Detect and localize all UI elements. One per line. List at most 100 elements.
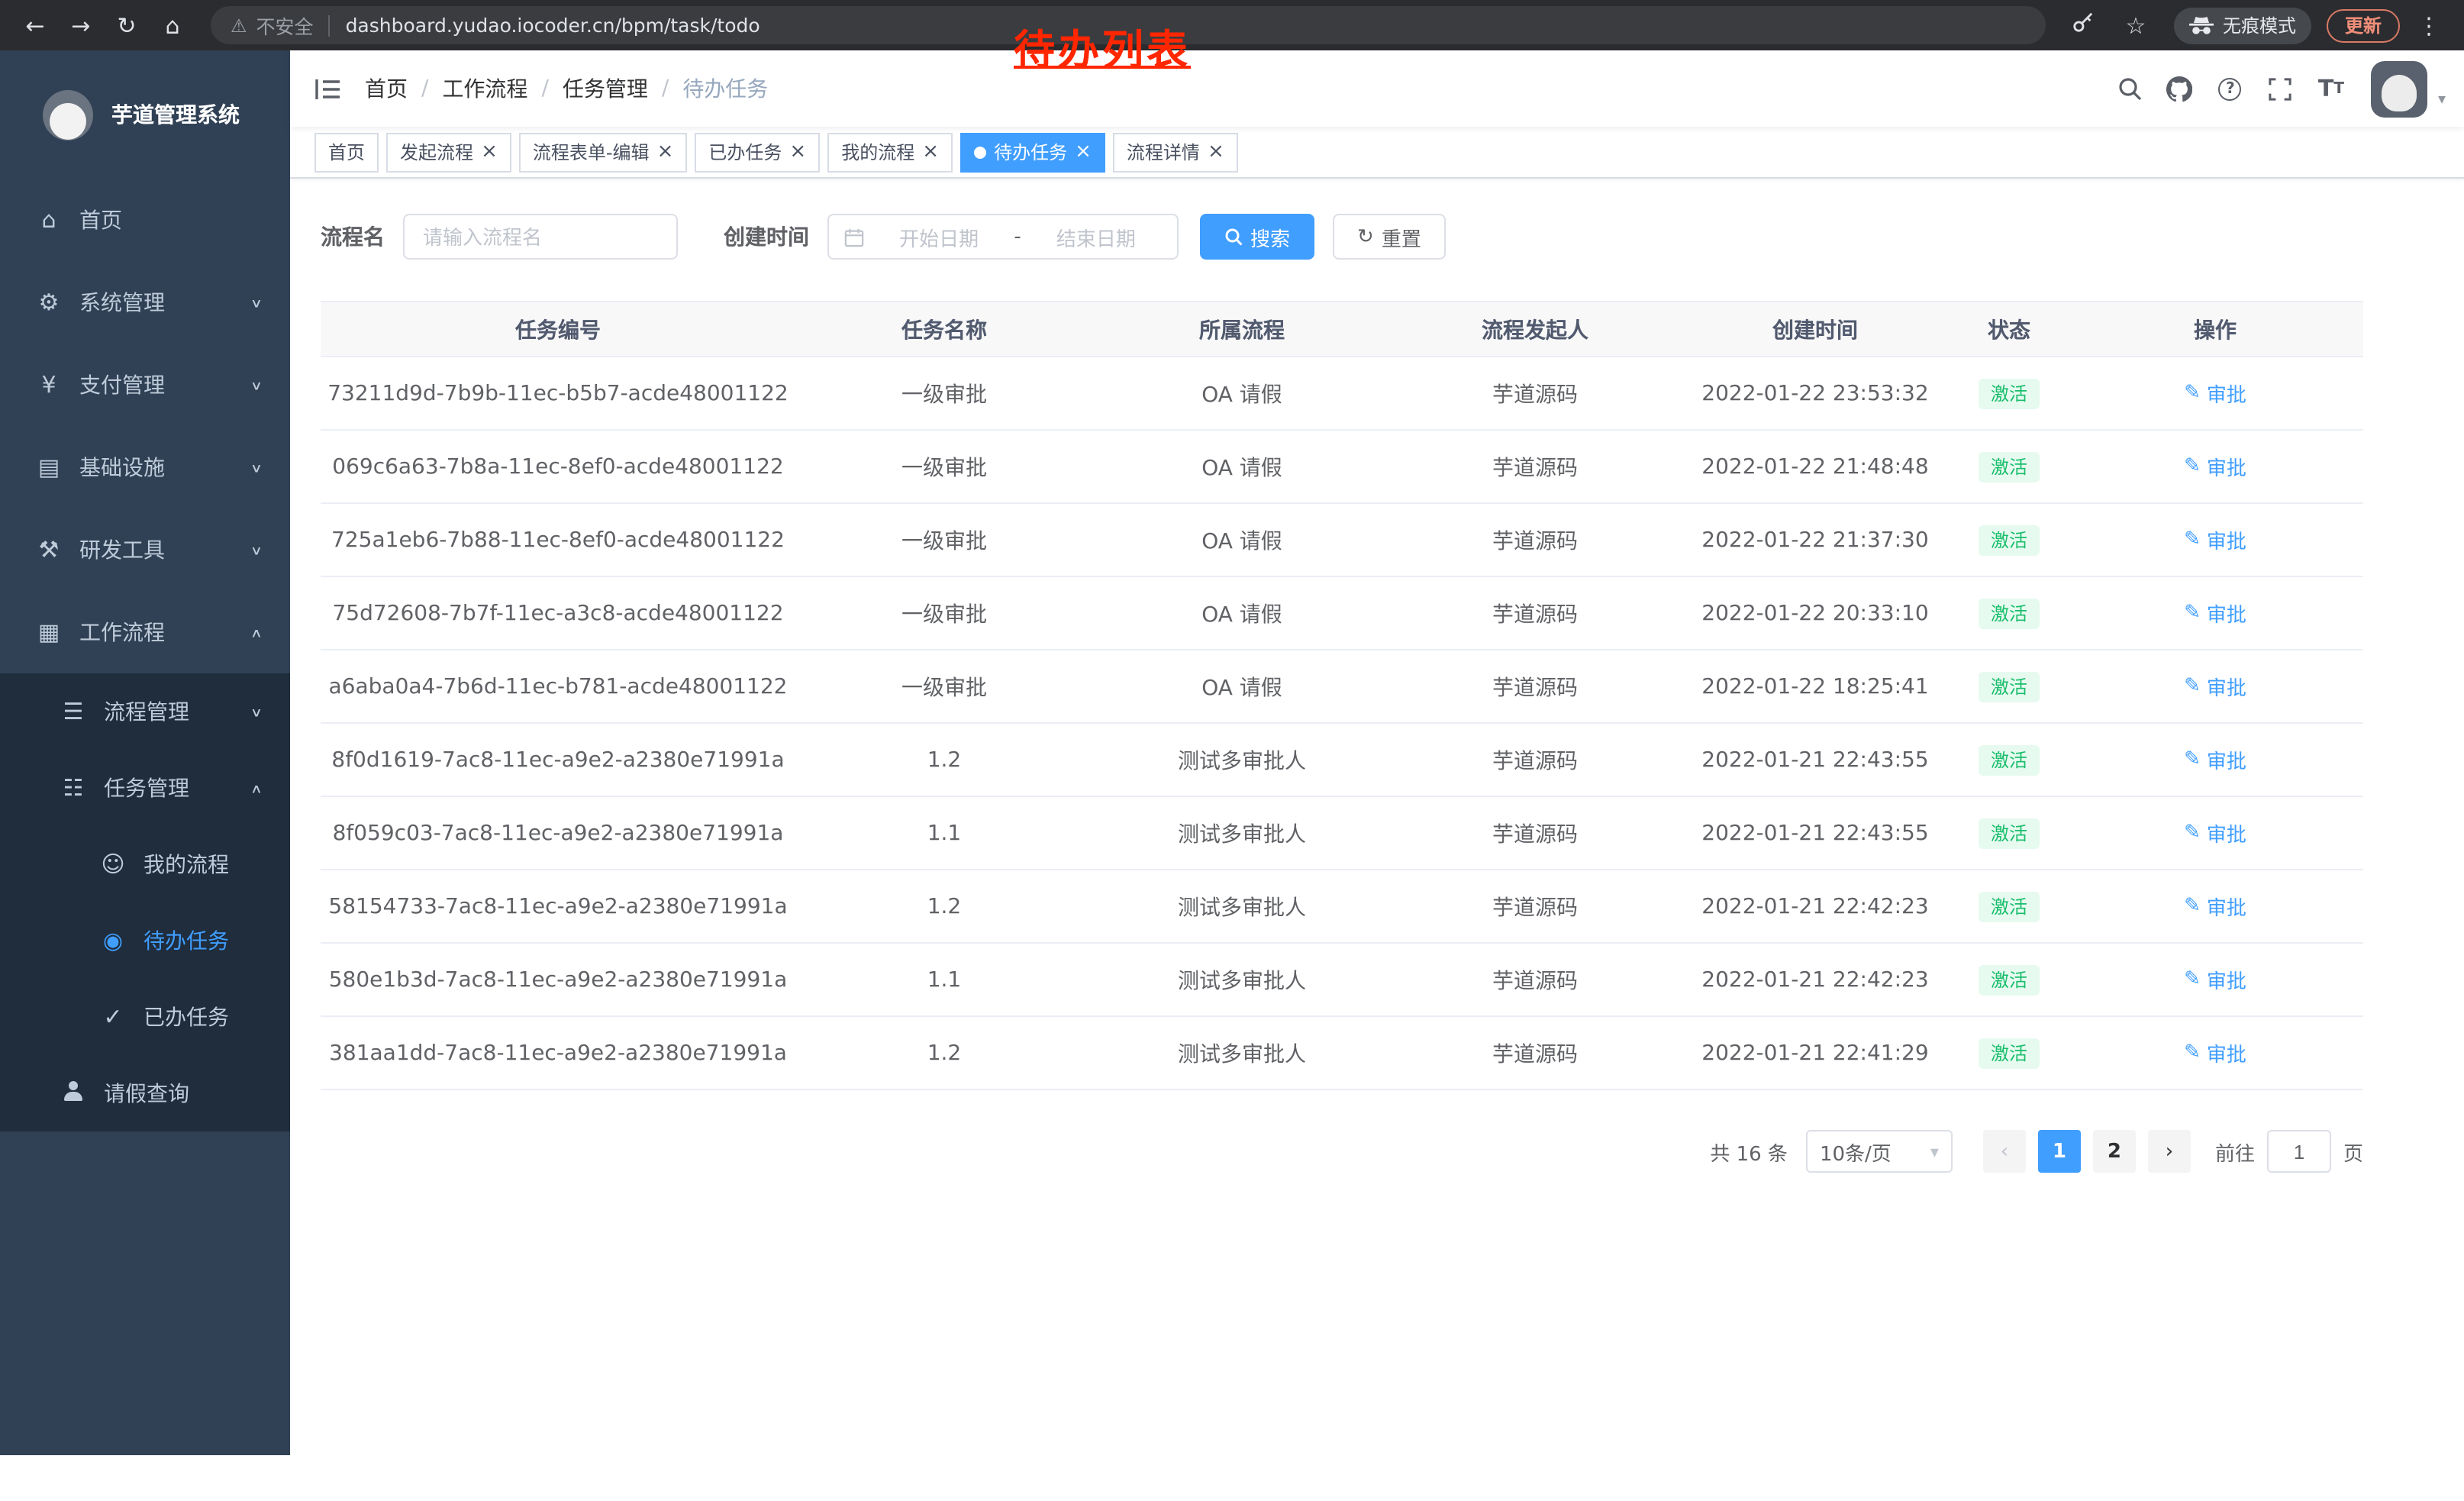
cell-status: 激活 [1951, 576, 2067, 650]
approve-link[interactable]: ✎审批 [2184, 672, 2246, 701]
sidebar-toggle-icon[interactable] [290, 77, 365, 100]
fullscreen-icon[interactable] [2261, 69, 2301, 108]
sidebar-item-dev-tools[interactable]: ⚒ 研发工具 ∨ [0, 508, 290, 591]
status-badge: 激活 [1979, 891, 2040, 922]
approve-link[interactable]: ✎审批 [2184, 599, 2246, 628]
cell-task-id: 381aa1dd-7ac8-11ec-a9e2-a2380e71991a [321, 1016, 795, 1089]
close-icon[interactable]: × [789, 142, 806, 162]
incognito-icon [2189, 16, 2214, 34]
date-range-picker[interactable]: 开始日期 - 结束日期 [827, 214, 1179, 260]
cell-task-name: 一级审批 [795, 430, 1093, 503]
close-icon[interactable]: × [1075, 142, 1092, 162]
bookmark-star-icon[interactable]: ☆ [2113, 11, 2159, 39]
help-icon[interactable]: ? [2211, 69, 2250, 108]
goto-page-input[interactable] [2267, 1130, 2331, 1173]
sidebar-item-label: 系统管理 [79, 287, 165, 318]
person-icon [55, 1080, 92, 1107]
password-key-icon[interactable] [2061, 11, 2107, 40]
tab-my-process[interactable]: 我的流程 × [827, 132, 953, 172]
breadcrumb-task-management[interactable]: 任务管理 [563, 73, 648, 104]
approve-link[interactable]: ✎审批 [2184, 379, 2246, 408]
sidebar-item-system-management[interactable]: ⚙ 系统管理 ∨ [0, 261, 290, 344]
approve-link[interactable]: ✎审批 [2184, 525, 2246, 554]
cell-created-time: 2022-01-21 22:43:55 [1679, 723, 1951, 796]
cell-created-time: 2022-01-22 21:48:48 [1679, 430, 1951, 503]
sidebar-item-workflow[interactable]: ▦ 工作流程 ∧ [0, 591, 290, 673]
tab-start-process[interactable]: 发起流程 × [386, 132, 511, 172]
font-size-icon[interactable]: TT [2311, 69, 2351, 108]
next-page-button[interactable]: › [2148, 1130, 2191, 1173]
page-button-1[interactable]: 1 [2038, 1130, 2081, 1173]
cell-process: 测试多审批人 [1093, 796, 1391, 870]
create-time-label: 创建时间 [724, 221, 809, 252]
sidebar-item-process-management[interactable]: ☰ 流程管理 ∨ [0, 673, 290, 750]
browser-menu-icon[interactable]: ⋮ [2406, 11, 2452, 39]
search-icon[interactable] [2110, 69, 2150, 108]
reload-icon[interactable]: ↻ [104, 11, 150, 39]
status-badge: 激活 [1979, 744, 2040, 775]
avatar-caret-icon[interactable]: ▾ [2438, 91, 2446, 117]
approve-link[interactable]: ✎审批 [2184, 745, 2246, 774]
cell-action: ✎审批 [2067, 943, 2363, 1016]
sidebar-item-leave-query[interactable]: 请假查询 [0, 1055, 290, 1131]
breadcrumb-home[interactable]: 首页 [365, 73, 408, 104]
table-row: 8f0d1619-7ac8-11ec-a9e2-a2380e71991a 1.2… [321, 723, 2363, 796]
sidebar-item-infrastructure[interactable]: ▤ 基础设施 ∨ [0, 426, 290, 508]
approve-link[interactable]: ✎审批 [2184, 452, 2246, 481]
sidebar-item-todo-tasks[interactable]: ◉ 待办任务 [0, 902, 290, 979]
sidebar-item-done-tasks[interactable]: ✓ 已办任务 [0, 979, 290, 1055]
close-icon[interactable]: × [1208, 142, 1224, 162]
cell-task-name: 1.2 [795, 723, 1093, 796]
avatar[interactable] [2371, 60, 2427, 117]
sidebar-logo-row[interactable]: 芋道管理系统 [0, 50, 290, 179]
red-annotation-text: 待办列表 [1014, 17, 1191, 76]
update-button[interactable]: 更新 [2327, 8, 2400, 42]
sidebar-item-task-management[interactable]: ☷ 任务管理 ∧ [0, 750, 290, 826]
navbar-right-tools: ? TT ▾ [2110, 60, 2464, 117]
cell-status: 激活 [1951, 357, 2067, 430]
forward-icon[interactable]: → [58, 11, 104, 39]
approve-link[interactable]: ✎审批 [2184, 818, 2246, 847]
sidebar-item-label: 基础设施 [79, 452, 165, 483]
sidebar-item-label: 工作流程 [79, 617, 165, 647]
sidebar-item-home[interactable]: ⌂ 首页 [0, 179, 290, 261]
tab-process-detail[interactable]: 流程详情 × [1113, 132, 1238, 172]
task-list-icon: ☷ [55, 774, 92, 802]
sidebar-item-label: 首页 [79, 205, 122, 235]
security-label[interactable]: 不安全 [256, 11, 314, 40]
search-button[interactable]: 搜索 [1200, 214, 1314, 260]
status-badge: 激活 [1979, 1038, 2040, 1068]
close-icon[interactable]: × [657, 142, 674, 162]
status-badge: 激活 [1979, 964, 2040, 995]
approve-link[interactable]: ✎审批 [2184, 1038, 2246, 1067]
tab-done-tasks[interactable]: 已办任务 × [695, 132, 820, 172]
page-button-2[interactable]: 2 [2093, 1130, 2136, 1173]
approve-link[interactable]: ✎审批 [2184, 892, 2246, 921]
prev-page-button[interactable]: ‹ [1983, 1130, 2026, 1173]
process-name-input[interactable] [403, 214, 678, 260]
breadcrumb-workflow[interactable]: 工作流程 [442, 73, 527, 104]
table-row: 725a1eb6-7b88-11ec-8ef0-acde48001122 一级审… [321, 503, 2363, 576]
reset-button[interactable]: ↻ 重置 [1333, 214, 1446, 260]
total-count-label: 共 16 条 [1710, 1137, 1788, 1166]
tab-todo-tasks[interactable]: 待办任务 × [960, 132, 1105, 172]
cell-task-name: 1.2 [795, 870, 1093, 943]
url-text[interactable]: dashboard.yudao.iocoder.cn/bpm/task/todo [346, 14, 760, 37]
col-process: 所属流程 [1093, 302, 1391, 357]
main-area: 首页 / 工作流程 / 任务管理 / 待办任务 ? [290, 50, 2464, 1173]
github-icon[interactable] [2160, 69, 2200, 108]
tab-process-form-edit[interactable]: 流程表单-编辑 × [519, 132, 688, 172]
sidebar-item-payment-management[interactable]: ¥ 支付管理 ∨ [0, 344, 290, 426]
cell-action: ✎审批 [2067, 430, 2363, 503]
back-icon[interactable]: ← [12, 11, 58, 39]
page-size-select[interactable]: 10条/页 ▾ [1806, 1130, 1953, 1173]
tab-home[interactable]: 首页 [314, 132, 379, 172]
close-icon[interactable]: × [481, 142, 498, 162]
close-icon[interactable]: × [922, 142, 939, 162]
pencil-icon: ✎ [2184, 822, 2201, 844]
sidebar-item-label: 流程管理 [104, 696, 189, 727]
home-icon[interactable]: ⌂ [150, 11, 195, 39]
sidebar-item-my-process[interactable]: ☺ 我的流程 [0, 826, 290, 902]
cell-task-id: 58154733-7ac8-11ec-a9e2-a2380e71991a [321, 870, 795, 943]
approve-link[interactable]: ✎审批 [2184, 965, 2246, 994]
